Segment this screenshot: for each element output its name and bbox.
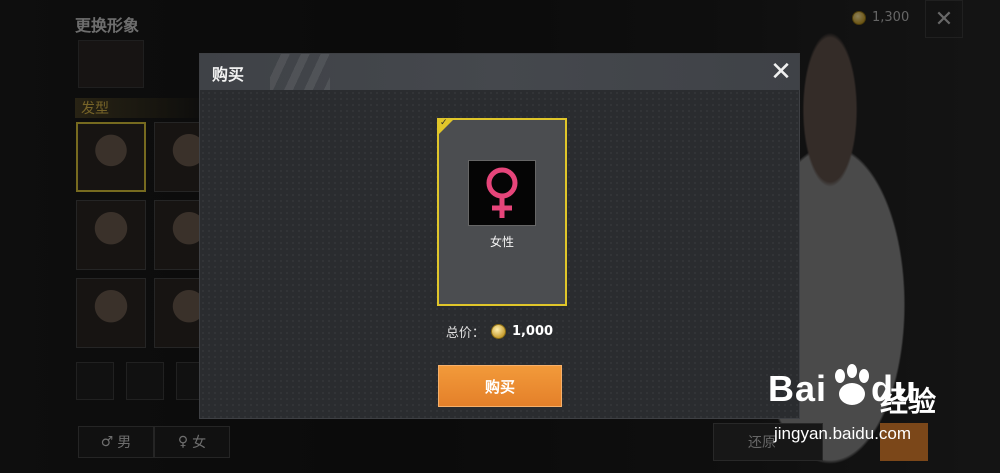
header-decoration <box>270 54 330 90</box>
item-card[interactable]: ✓ 女性 <box>437 118 567 306</box>
check-icon: ✓ <box>440 118 448 128</box>
total-value: 1,000 <box>511 324 554 339</box>
watermark-logo-left: Bai <box>768 368 828 409</box>
baidu-watermark: Bai du 经验 jingyan.baidu.com <box>768 362 988 462</box>
total-price-row: 总价： 1,000 <box>200 322 799 341</box>
total-label: 总价： <box>445 326 485 341</box>
buy-button[interactable]: 购买 <box>438 365 562 407</box>
close-icon[interactable]: ✕ <box>766 57 796 87</box>
paw-icon <box>835 364 869 405</box>
purchase-dialog: 购买 ✕ ✓ 女性 总价： 1,000 购买 <box>199 53 800 419</box>
watermark-url: jingyan.baidu.com <box>774 424 912 443</box>
dialog-header: 购买 ✕ <box>200 54 799 90</box>
female-symbol-icon <box>486 167 518 218</box>
item-label: 女性 <box>489 235 514 249</box>
watermark-suffix: 经验 <box>880 385 937 418</box>
item-icon-box <box>468 160 536 226</box>
dialog-title: 购买 <box>212 65 245 84</box>
coin-icon <box>490 324 506 339</box>
